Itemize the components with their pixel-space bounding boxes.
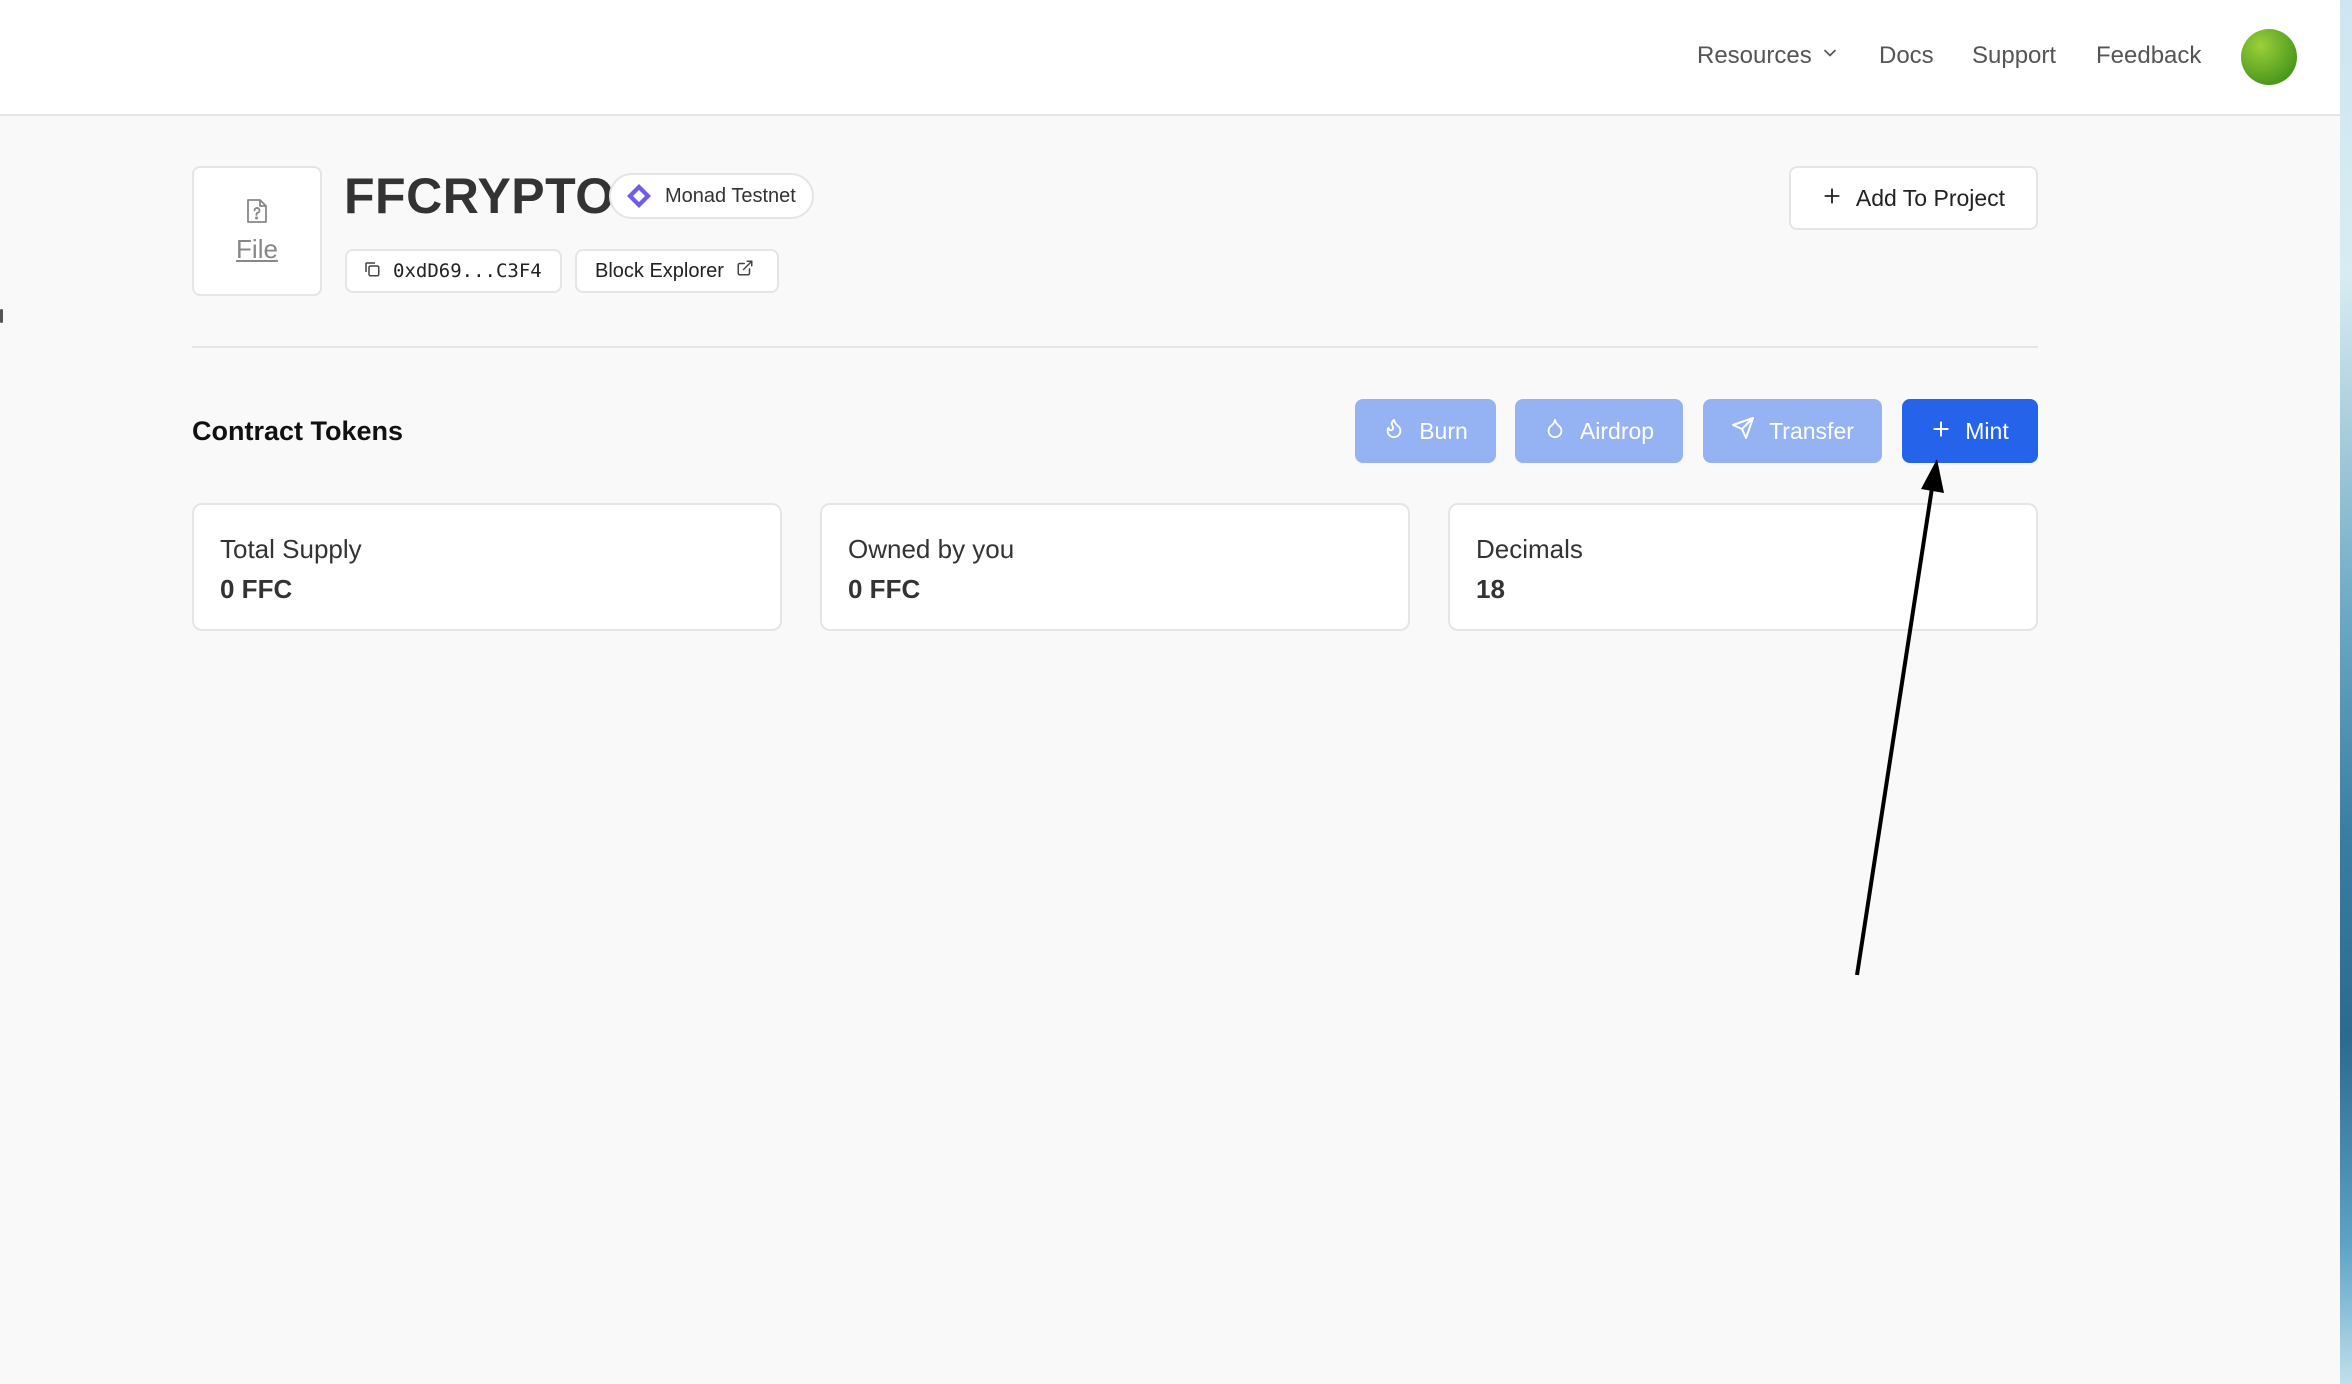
copy-icon: [363, 260, 381, 283]
airdrop-button[interactable]: Airdrop: [1515, 399, 1683, 463]
monad-icon: [625, 182, 653, 210]
plus-icon: [1822, 185, 1842, 212]
block-explorer-link[interactable]: Block Explorer: [575, 249, 779, 293]
section-title: Contract Tokens: [192, 416, 404, 446]
stat-value: 0 FFC: [848, 574, 921, 604]
decimals-card: Decimals 18: [1448, 503, 2038, 631]
stat-label: Total Supply: [220, 534, 362, 564]
copy-address-button[interactable]: 0xdD69...C3F4: [345, 249, 562, 293]
burn-button[interactable]: Burn: [1355, 399, 1496, 463]
plus-icon: [1931, 418, 1951, 445]
droplet-icon: [1544, 417, 1566, 445]
contract-image-upload[interactable]: File: [192, 166, 322, 296]
mint-button[interactable]: Mint: [1902, 399, 2038, 463]
nav-feedback-link[interactable]: Feedback: [2096, 38, 2201, 74]
contract-address: 0xdD69...C3F4: [393, 260, 542, 282]
section-divider: [192, 346, 2038, 348]
user-avatar[interactable]: [2241, 29, 2297, 85]
chevron-down-icon: [1820, 38, 1840, 74]
external-link-icon: [736, 259, 754, 283]
nav-docs-link[interactable]: Docs: [1879, 38, 1934, 74]
airdrop-label: Airdrop: [1579, 417, 1655, 444]
nav-resources-menu[interactable]: Resources: [1697, 38, 1840, 74]
top-navigation-bar: Resources Docs Support Feedback: [0, 0, 2340, 116]
chain-name: Monad Testnet: [665, 184, 796, 207]
nav-resources-label: Resources: [1697, 42, 1812, 69]
block-explorer-label: Block Explorer: [595, 259, 724, 282]
edge-artifact: [0, 309, 3, 323]
owned-by-you-card: Owned by you 0 FFC: [820, 503, 1410, 631]
file-label: File: [236, 233, 278, 264]
desktop-background-strip: [2340, 0, 2352, 1384]
add-to-project-label: Add To Project: [1855, 184, 2006, 211]
contract-name: FFCRYPTO: [344, 168, 615, 224]
flame-icon: [1383, 417, 1405, 445]
transfer-button[interactable]: Transfer: [1703, 399, 1882, 463]
stat-label: Owned by you: [848, 534, 1015, 564]
burn-label: Burn: [1419, 417, 1468, 444]
stat-value: 0 FFC: [220, 574, 293, 604]
file-question-icon: [246, 198, 268, 224]
mint-label: Mint: [1965, 417, 2009, 444]
add-to-project-button[interactable]: Add To Project: [1789, 166, 2038, 230]
nav-support-link[interactable]: Support: [1972, 38, 2056, 74]
send-icon: [1731, 416, 1755, 446]
total-supply-card: Total Supply 0 FFC: [192, 503, 782, 631]
stat-value: 18: [1476, 574, 1505, 604]
transfer-label: Transfer: [1769, 417, 1854, 444]
stat-label: Decimals: [1476, 534, 1583, 564]
chain-badge[interactable]: Monad Testnet: [609, 173, 814, 219]
